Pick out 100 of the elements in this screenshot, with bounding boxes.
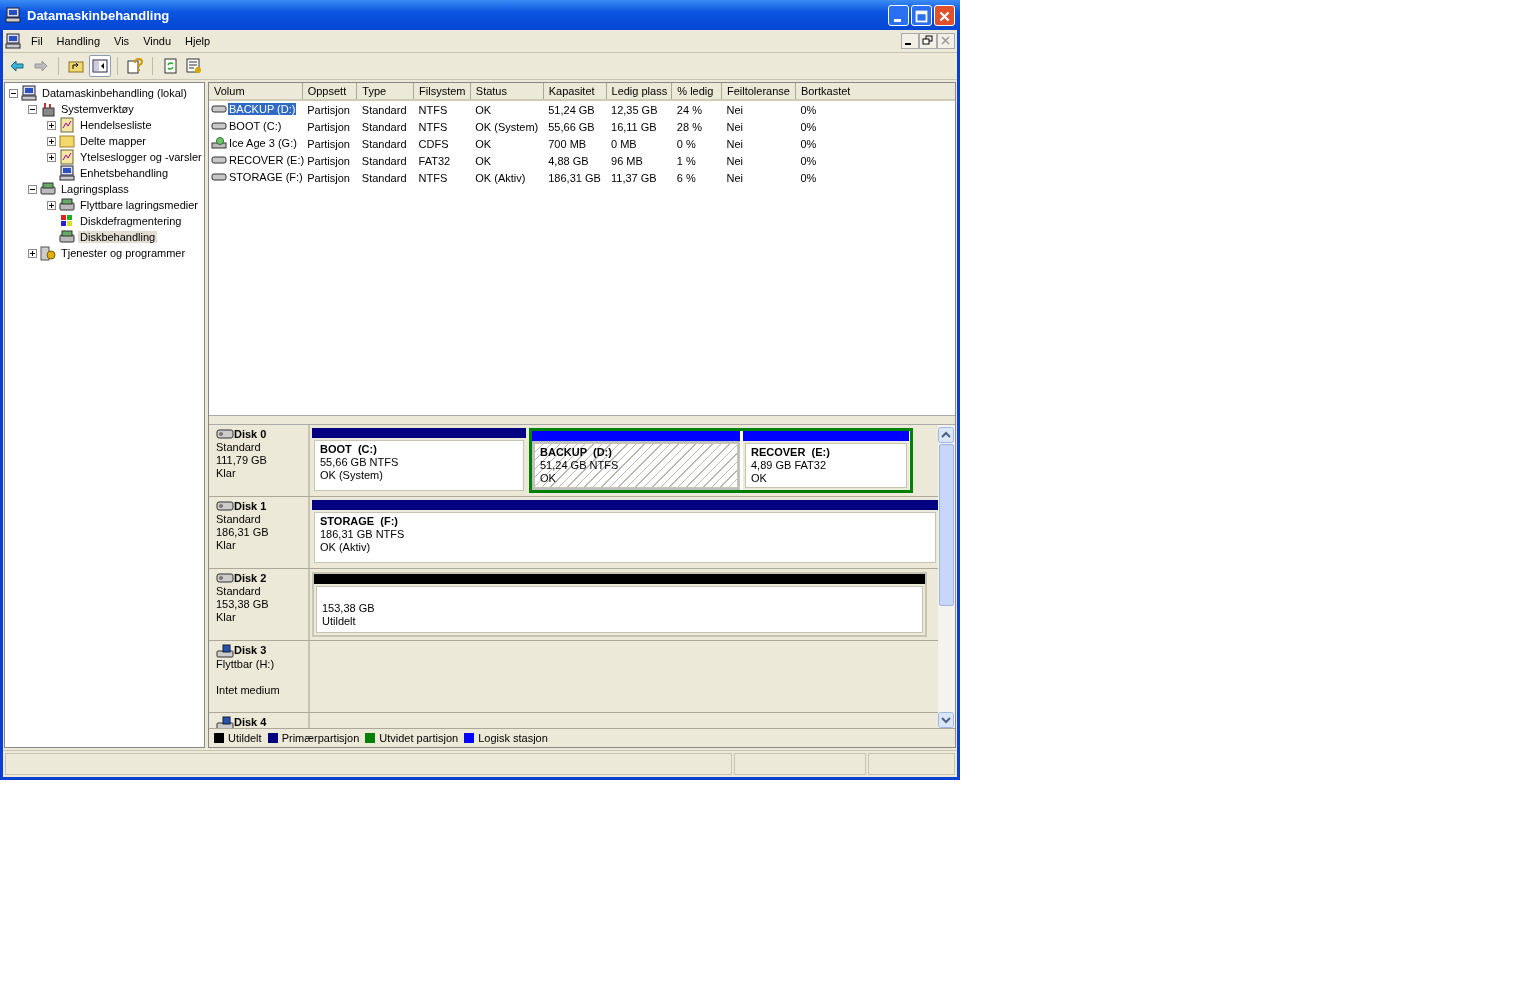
maximize-button[interactable] [911, 4, 932, 26]
tree-item[interactable]: Ytelseslogger og -varsler [78, 151, 204, 163]
menu-item[interactable]: Fil [31, 35, 51, 47]
tree-item[interactable]: Enhetsbehandling [78, 167, 171, 179]
table-cell: Nei [726, 103, 743, 116]
partition-status: OK (System) [320, 468, 384, 482]
table-cell: 0 % [676, 137, 696, 150]
disk-info: 111,79 GB [216, 453, 268, 467]
disk-status: Klar [216, 610, 237, 624]
legend-label: Logisk stasjon [478, 732, 548, 744]
collapse-icon[interactable] [28, 184, 37, 194]
partition-status: OK [540, 471, 557, 485]
table-cell: Nei [726, 120, 743, 133]
partition-block[interactable]: 153,38 GB Utildelt [312, 571, 927, 637]
tree-item[interactable]: Lagringsplass [59, 183, 131, 195]
expand-icon[interactable] [47, 136, 56, 146]
drive-icon [211, 170, 227, 183]
cd-drive-icon [211, 136, 227, 149]
table-cell: OK [475, 154, 492, 167]
partition-size: 153,38 GB [322, 601, 376, 615]
partition-block[interactable]: BOOT (C:) 55,66 GB NTFS OK (System) [312, 427, 526, 493]
column-header[interactable]: % ledig [671, 83, 722, 100]
drive-icon [59, 229, 75, 245]
table-cell: 12,35 GB [611, 103, 658, 116]
table-cell: NTFS [418, 171, 448, 184]
removable-drive-icon [216, 643, 234, 658]
column-header[interactable]: Feiltoleranse [721, 83, 796, 100]
partition-size: 55,66 GB NTFS [320, 455, 400, 469]
tree-item[interactable]: Delte mapper [78, 135, 149, 147]
partition-block[interactable]: STORAGE (F:) 186,31 GB NTFS OK (Aktiv) [312, 499, 938, 565]
collapse-icon[interactable] [9, 88, 18, 98]
chart-icon [59, 149, 75, 165]
column-header[interactable]: Volum [209, 83, 303, 100]
tree-item[interactable]: Tjenester og programmer [59, 247, 188, 259]
computer-icon [5, 33, 21, 49]
legend-label: Utvidet partisjon [379, 732, 459, 744]
tree-item[interactable]: Systemverktøy [59, 103, 136, 115]
column-header[interactable]: Bortkastet [795, 83, 955, 100]
column-header[interactable]: Kapasitet [543, 83, 606, 100]
table-cell: Nei [726, 154, 743, 167]
column-header[interactable]: Type [356, 83, 414, 100]
minimize-button[interactable] [901, 33, 919, 49]
table-cell: Standard [361, 137, 407, 150]
expand-icon[interactable] [47, 200, 56, 210]
table-cell: 186,31 GB [548, 171, 601, 184]
restore-button[interactable] [919, 33, 937, 49]
partition-block[interactable]: RECOVER (E:) 4,89 GB FAT32 OK [743, 430, 909, 490]
partition-size: 51,24 GB NTFS [540, 458, 620, 472]
tree-item[interactable]: Hendelsesliste [78, 119, 154, 131]
scroll-down-icon[interactable] [938, 712, 954, 729]
table-cell: OK (Aktiv) [475, 171, 526, 184]
drive-icon [216, 428, 234, 441]
disk-info: Standard [216, 584, 262, 598]
right-arrow-icon [33, 58, 49, 74]
menu-item[interactable]: Hjelp [185, 35, 219, 47]
table-cell: Standard [361, 154, 407, 167]
expand-icon[interactable] [28, 248, 37, 258]
table-cell: 4,88 GB [548, 154, 589, 167]
partition-status: Utildelt [322, 614, 357, 628]
tree-toggle-button[interactable] [89, 55, 111, 77]
table-cell: Standard [361, 120, 407, 133]
table-cell: Partisjon [307, 103, 350, 116]
tree-item[interactable]: Diskbehandling [78, 231, 158, 243]
removable-drive-icon [216, 715, 234, 729]
table-cell: Partisjon [307, 154, 350, 167]
tree-item[interactable]: Datamaskinbehandling (lokal) [40, 87, 189, 99]
partition-size: 4,89 GB FAT32 [751, 458, 827, 472]
table-cell: Partisjon [307, 137, 350, 150]
tree-item[interactable]: Diskdefragmentering [78, 215, 184, 227]
column-header[interactable]: Oppsett [302, 83, 357, 100]
volume-name[interactable]: BOOT (C:) [228, 119, 283, 132]
tree-item[interactable]: Flyttbare lagringsmedier [78, 199, 200, 211]
scroll-up-icon[interactable] [938, 426, 954, 443]
volume-name[interactable]: Ice Age 3 (G:) [228, 136, 298, 149]
table-cell: 96 MB [611, 154, 643, 167]
table-cell: OK [475, 103, 492, 116]
column-header[interactable]: Status [470, 83, 544, 100]
menu-item[interactable]: Handling [56, 35, 109, 47]
scroll-thumb[interactable] [939, 443, 954, 606]
menu-item[interactable]: Vindu [143, 35, 180, 47]
collapse-icon[interactable] [28, 104, 37, 114]
table-cell: 0% [800, 154, 817, 167]
help-button[interactable] [124, 55, 146, 77]
drive-icon [211, 153, 227, 166]
volume-name[interactable]: BACKUP (D:) [228, 102, 297, 115]
blocks-icon [59, 213, 75, 229]
drive-icon [216, 572, 234, 585]
column-header[interactable]: Ledig plass [606, 83, 672, 100]
expand-icon[interactable] [47, 152, 56, 162]
scrollbar[interactable] [938, 424, 955, 729]
table-cell: 1 % [676, 154, 696, 167]
partition-block[interactable]: BACKUP (D:) 51,24 GB NTFS OK [532, 430, 740, 490]
column-header[interactable]: Filsystem [413, 83, 471, 100]
table-cell: 0% [800, 137, 817, 150]
volume-name[interactable]: STORAGE (F:) [228, 170, 304, 183]
table-cell: Partisjon [307, 120, 350, 133]
disk-info: 186,31 GB [216, 525, 270, 539]
menu-item[interactable]: Vis [114, 35, 138, 47]
volume-name[interactable]: RECOVER (E:) [228, 153, 306, 166]
expand-icon[interactable] [47, 120, 56, 130]
